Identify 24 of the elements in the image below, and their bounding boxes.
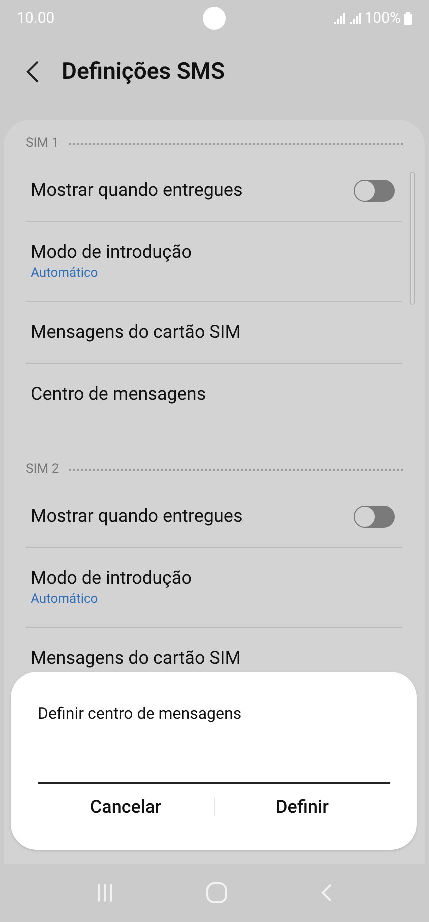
toggle-switch[interactable]	[354, 180, 395, 202]
back-nav-icon[interactable]	[320, 883, 333, 903]
back-icon[interactable]	[26, 61, 40, 83]
signal-icon	[334, 12, 362, 24]
camera-cutout-icon	[203, 7, 226, 30]
page-title: Definições SMS	[62, 56, 226, 87]
dialog-title: Definir centro de mensagens	[38, 703, 243, 725]
section-header: SIM 2	[26, 461, 60, 480]
setting-value: Automático	[31, 264, 100, 282]
setting-label[interactable]: Modo de introdução	[31, 240, 192, 264]
setting-label[interactable]: Mostrar quando entregues	[31, 178, 243, 202]
dialog-button[interactable]: Definir	[215, 788, 390, 826]
setting-label[interactable]: Mensagens do cartão SIM	[31, 647, 241, 671]
recent-apps-icon[interactable]	[96, 883, 114, 903]
toggle-switch[interactable]	[354, 506, 395, 528]
home-icon[interactable]	[206, 882, 228, 904]
section-header: SIM 1	[26, 135, 60, 154]
dialog-button[interactable]: Cancelar	[38, 788, 214, 826]
setting-value: Automático	[31, 590, 100, 608]
setting-label[interactable]: Mostrar quando entregues	[31, 504, 243, 528]
setting-label[interactable]: Modo de introdução	[31, 566, 192, 590]
setting-label[interactable]: Mensagens do cartão SIM	[31, 320, 241, 344]
setting-label[interactable]: Centro de mensagens	[31, 383, 206, 407]
battery-icon	[404, 12, 412, 24]
